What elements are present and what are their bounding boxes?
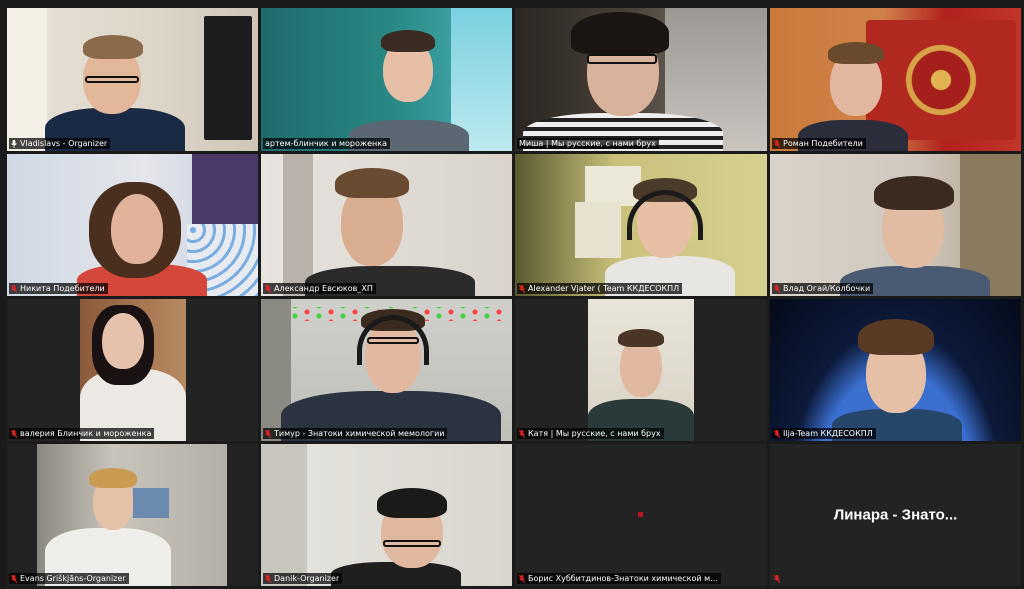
participant-name: Александр Евсюков_ХП: [274, 284, 373, 293]
muted-microphone-icon: [774, 284, 780, 293]
participant-tile[interactable]: Ilja-Team ККДЕСОКПЛ: [770, 299, 1021, 441]
participant-video: [515, 154, 767, 296]
participant-name: Vladislavs - Organizer: [20, 139, 108, 148]
participant-tile[interactable]: Никита Подебители: [7, 154, 258, 296]
participant-tile-active-speaker[interactable]: Миша | Мы русские, с нами брух: [515, 8, 767, 151]
microphone-icon: [11, 139, 17, 148]
participant-name: Danik-Organizer: [274, 574, 340, 583]
participant-tile[interactable]: Роман Подебители: [770, 8, 1021, 151]
muted-microphone-icon: [11, 284, 17, 293]
participant-name-tag: валерия Блинчик и мороженка: [9, 428, 155, 439]
participant-tile[interactable]: Vladislavs - Organizer: [7, 8, 258, 151]
participant-video: [7, 8, 258, 151]
muted-microphone-icon: [774, 139, 780, 148]
participant-video: [515, 299, 767, 441]
participant-name: Роман Подебители: [783, 139, 863, 148]
participant-tile[interactable]: Катя | Мы русские, с нами брух: [515, 299, 767, 441]
participant-tile[interactable]: Danik-Organizer: [261, 444, 512, 586]
participant-name-tag: Danik-Organizer: [263, 573, 343, 584]
participant-name: Тимур - Знатоки химической мемологии: [274, 429, 445, 438]
participant-name: Alexander Vjater ( Team ККДЕСОКПЛ: [528, 284, 680, 293]
participant-name-tag: Роман Подебители: [772, 138, 866, 149]
participant-name-tag: Evans Griškjāns-Organizer: [9, 573, 129, 584]
participant-video: [7, 299, 258, 441]
participant-video-off: Линара - Знато...: [770, 444, 1021, 586]
participant-tile[interactable]: Evans Griškjāns-Organizer: [7, 444, 258, 586]
muted-microphone-icon: [265, 284, 271, 293]
participant-name-tag: артем-блинчик и мороженка: [263, 138, 390, 149]
participant-video: [261, 444, 512, 586]
participant-name-tag: Тимур - Знатоки химической мемологии: [263, 428, 448, 439]
participant-name: артем-блинчик и мороженка: [265, 139, 387, 148]
participant-name: Evans Griškjāns-Organizer: [20, 574, 126, 583]
participant-name-tag: Борис Хуббитдинов-Знатоки химической м..…: [517, 573, 721, 584]
participant-name: Влад Огай/Колбочки: [783, 284, 871, 293]
participant-video: [261, 154, 512, 296]
video-gallery: Vladislavs - Organizer артем-блинчик и м…: [7, 8, 1021, 586]
participant-video: [261, 8, 512, 151]
participant-name-tag: Александр Евсюков_ХП: [263, 283, 376, 294]
muted-microphone-icon: [774, 429, 780, 438]
muted-microphone-icon: [265, 429, 271, 438]
participant-video: [7, 154, 258, 296]
participant-name: Никита Подебители: [20, 284, 105, 293]
muted-microphone-icon: [11, 429, 17, 438]
participant-display-name: Линара - Знато...: [833, 506, 958, 524]
participant-name-tag: Alexander Vjater ( Team ККДЕСОКПЛ: [517, 283, 683, 294]
participant-name: Ilja-Team ККДЕСОКПЛ: [783, 429, 873, 438]
muted-microphone-icon: [11, 574, 17, 583]
participant-tile[interactable]: валерия Блинчик и мороженка: [7, 299, 258, 441]
participant-tile[interactable]: Alexander Vjater ( Team ККДЕСОКПЛ: [515, 154, 767, 296]
participant-tile[interactable]: Влад Огай/Колбочки: [770, 154, 1021, 296]
muted-microphone-icon: [774, 574, 780, 583]
participant-tile[interactable]: Александр Евсюков_ХП: [261, 154, 512, 296]
participant-video: [515, 8, 767, 151]
participant-name: валерия Блинчик и мороженка: [20, 429, 152, 438]
participant-name: Катя | Мы русские, с нами брух: [528, 429, 661, 438]
participant-tile-camera-off[interactable]: Борис Хуббитдинов-Знатоки химической м..…: [515, 444, 767, 586]
participant-name: Борис Хуббитдинов-Знатоки химической м..…: [528, 574, 718, 583]
participant-name: Миша | Мы русские, с нами брух: [519, 139, 656, 148]
participant-video: [7, 444, 258, 586]
muted-microphone-icon: [519, 429, 525, 438]
participant-name-tag: Никита Подебители: [9, 283, 108, 294]
participant-video: [261, 299, 512, 441]
participant-video-off: [515, 444, 767, 586]
participant-video: [770, 299, 1021, 441]
participant-tile[interactable]: Тимур - Знатоки химической мемологии: [261, 299, 512, 441]
participant-name-tag: Ilja-Team ККДЕСОКПЛ: [772, 428, 876, 439]
participant-tile-camera-off[interactable]: Линара - Знато...: [770, 444, 1021, 586]
muted-microphone-icon: [519, 284, 525, 293]
participant-name-tag: [772, 573, 783, 584]
participant-name-tag: Катя | Мы русские, с нами брух: [517, 428, 664, 439]
muted-indicator-icon: [638, 512, 643, 517]
participant-video: [770, 154, 1021, 296]
participant-name-tag: Влад Огай/Колбочки: [772, 283, 874, 294]
participant-name-tag: Миша | Мы русские, с нами брух: [517, 138, 659, 149]
participant-name-tag: Vladislavs - Organizer: [9, 138, 111, 149]
participant-video: [770, 8, 1021, 151]
participant-tile[interactable]: артем-блинчик и мороженка: [261, 8, 512, 151]
muted-microphone-icon: [519, 574, 525, 583]
muted-microphone-icon: [265, 574, 271, 583]
